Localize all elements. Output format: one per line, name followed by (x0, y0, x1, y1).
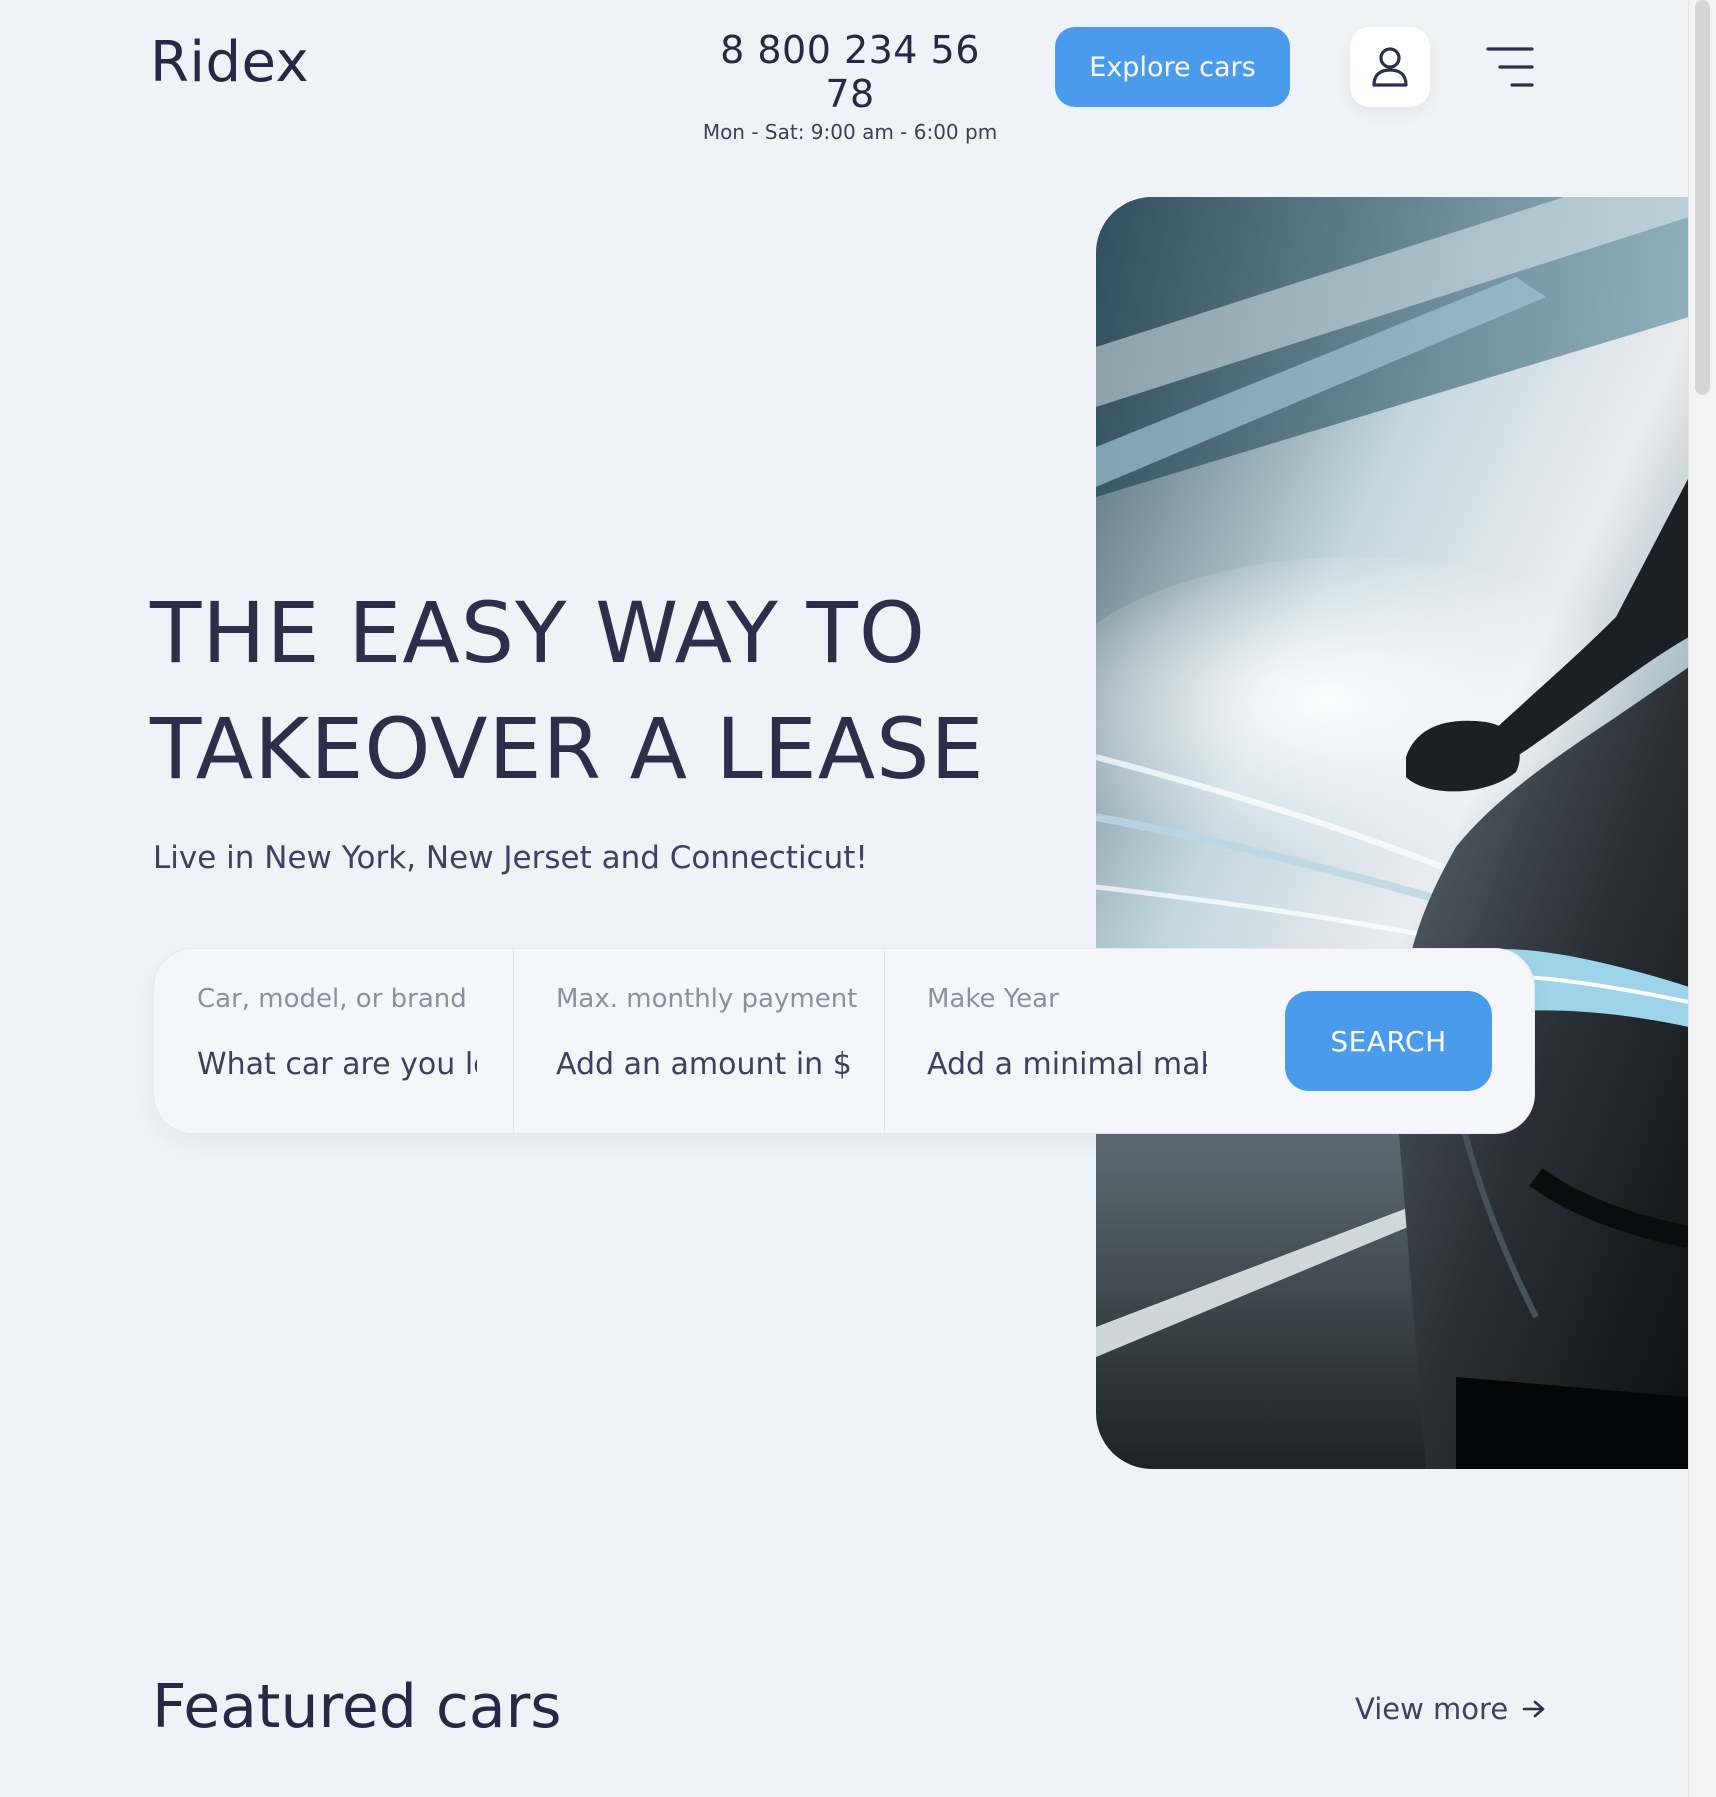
monthly-payment-input[interactable] (556, 1044, 856, 1084)
menu-icon (1486, 47, 1534, 87)
logo[interactable]: Ridex (150, 30, 309, 95)
search-panel: Car, model, or brand Max. monthly paymen… (153, 948, 1535, 1134)
featured-cars-title: Featured cars (152, 1672, 562, 1742)
car-model-input[interactable] (197, 1044, 477, 1084)
make-year-label: Make Year (927, 984, 1059, 1014)
menu-button[interactable] (1484, 40, 1536, 94)
view-more-link[interactable]: View more (1355, 1692, 1546, 1726)
make-year-field: Make Year (884, 949, 1264, 1133)
scrollbar-thumb[interactable] (1695, 0, 1710, 395)
view-more-label: View more (1355, 1692, 1509, 1726)
hero-car-image (1096, 197, 1689, 1469)
contact-info: 8 800 234 56 78 Mon - Sat: 9:00 am - 6:0… (700, 28, 1000, 144)
explore-cars-button[interactable]: Explore cars (1055, 27, 1290, 107)
car-model-field: Car, model, or brand (154, 949, 514, 1133)
page: Ridex 8 800 234 56 78 Mon - Sat: 9:00 am… (0, 0, 1689, 1797)
scrollbar[interactable] (1688, 0, 1716, 1797)
hero-title: THE EASY WAY TO TAKEOVER A LEASE (150, 575, 1050, 807)
monthly-payment-label: Max. monthly payment (556, 984, 858, 1014)
user-account-button[interactable] (1350, 27, 1430, 107)
arrow-right-icon (1522, 1700, 1545, 1718)
search-button[interactable]: SEARCH (1285, 991, 1492, 1091)
monthly-payment-field: Max. monthly payment (513, 949, 884, 1133)
make-year-input[interactable] (927, 1044, 1207, 1084)
user-icon (1372, 47, 1408, 87)
car-model-label: Car, model, or brand (197, 984, 467, 1014)
hero-title-line-2: TAKEOVER A LEASE (150, 700, 985, 798)
phone-number[interactable]: 8 800 234 56 78 (700, 28, 1000, 116)
hero-title-line-1: THE EASY WAY TO (150, 584, 926, 682)
business-hours: Mon - Sat: 9:00 am - 6:00 pm (702, 120, 998, 144)
hero-subtitle: Live in New York, New Jerset and Connect… (153, 840, 868, 876)
